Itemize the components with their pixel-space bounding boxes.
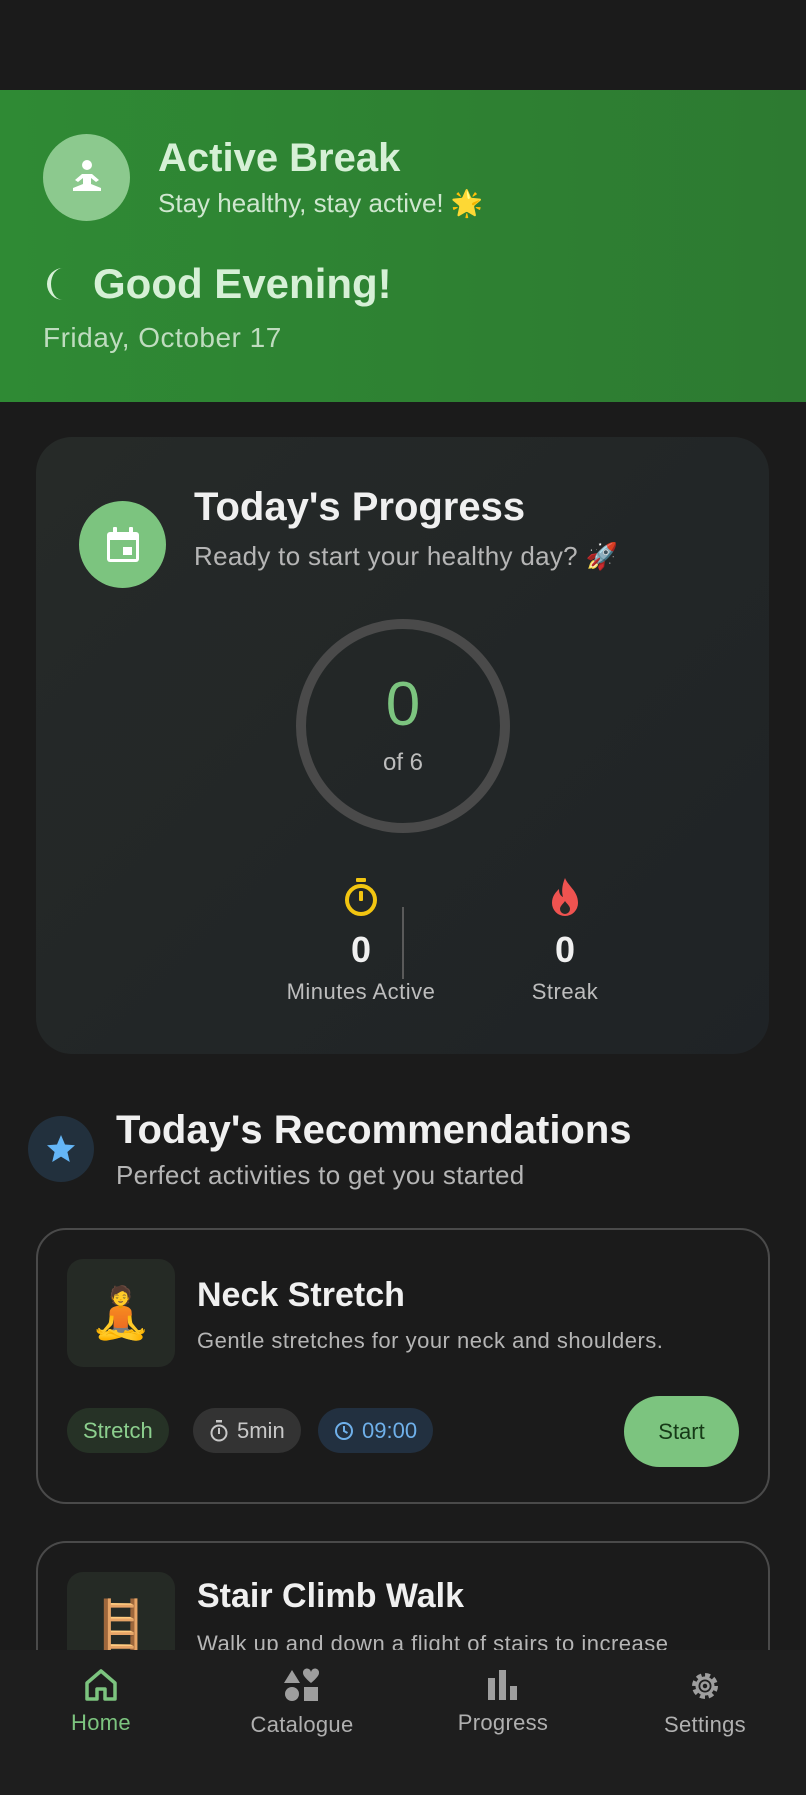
star-icon [47,1135,75,1162]
app-title: Active Break [158,136,401,180]
category-tag: Stretch [67,1408,169,1453]
bar-chart-icon [488,1670,517,1700]
activity-title: Stair Climb Walk [197,1577,465,1615]
nav-catalogue-label: Catalogue [250,1712,354,1737]
meditation-icon [72,159,101,191]
greeting-row: Good Evening! [43,260,392,308]
greeting-text: Good Evening! [93,260,392,307]
recommendations-header: Today's Recommendations Perfect activiti… [28,1108,788,1198]
calendar-circle [79,501,166,588]
moon-icon [47,268,63,300]
start-button[interactable]: Start [624,1396,739,1467]
nav-progress[interactable]: Progress [423,1668,583,1736]
logo-circle [43,134,130,221]
completed-total: of 6 [382,749,424,776]
gear-icon [692,1673,718,1699]
duration-label: 5min [237,1417,285,1443]
streak-value: 0 [554,929,576,970]
fire-icon [552,878,578,916]
clock-icon [335,1421,353,1440]
calendar-icon [106,526,139,562]
activity-card[interactable]: 🧘 Neck Stretch Gentle stretches for your… [36,1228,770,1504]
progress-title: Today's Progress [194,485,526,529]
bottom-navigation: Home Catalogue Progress Settings [0,1650,806,1795]
activity-title: Neck Stretch [197,1276,405,1314]
date-text: Friday, October 17 [43,322,282,353]
nav-progress-label: Progress [457,1710,549,1735]
progress-card: Today's Progress Ready to start your hea… [36,437,769,1054]
app-header: Active Break Stay healthy, stay active! … [0,90,806,402]
time-label: 09:00 [362,1417,418,1443]
nav-catalogue[interactable]: Catalogue [222,1668,382,1738]
timer-icon [345,878,377,916]
streak-label: Streak [531,979,599,1004]
streak-stat: 0 Streak [445,877,685,1005]
category-label: Stretch [83,1417,153,1443]
stat-divider [402,907,404,979]
nav-home[interactable]: Home [21,1668,181,1736]
activity-emoji-icon: 🧘 [67,1259,175,1367]
nav-settings[interactable]: Settings [625,1668,785,1738]
home-icon [85,1669,117,1701]
recommendations-title: Today's Recommendations [116,1108,632,1152]
timer-icon [210,1419,228,1441]
completed-count: 0 [385,670,421,739]
nav-settings-label: Settings [664,1712,746,1737]
activity-description: Gentle stretches for your neck and shoul… [197,1328,664,1353]
time-tag: 09:00 [318,1408,434,1453]
nav-home-label: Home [71,1710,131,1735]
recommendations-subtitle: Perfect activities to get you started [116,1160,525,1190]
catalogue-icon [284,1668,320,1701]
status-bar [0,0,806,90]
duration-tag: 5min [193,1408,301,1453]
progress-subtitle: Ready to start your healthy day? 🚀 [194,541,619,571]
star-circle [28,1116,94,1182]
app-subtitle: Stay healthy, stay active! 🌟 [158,188,484,218]
